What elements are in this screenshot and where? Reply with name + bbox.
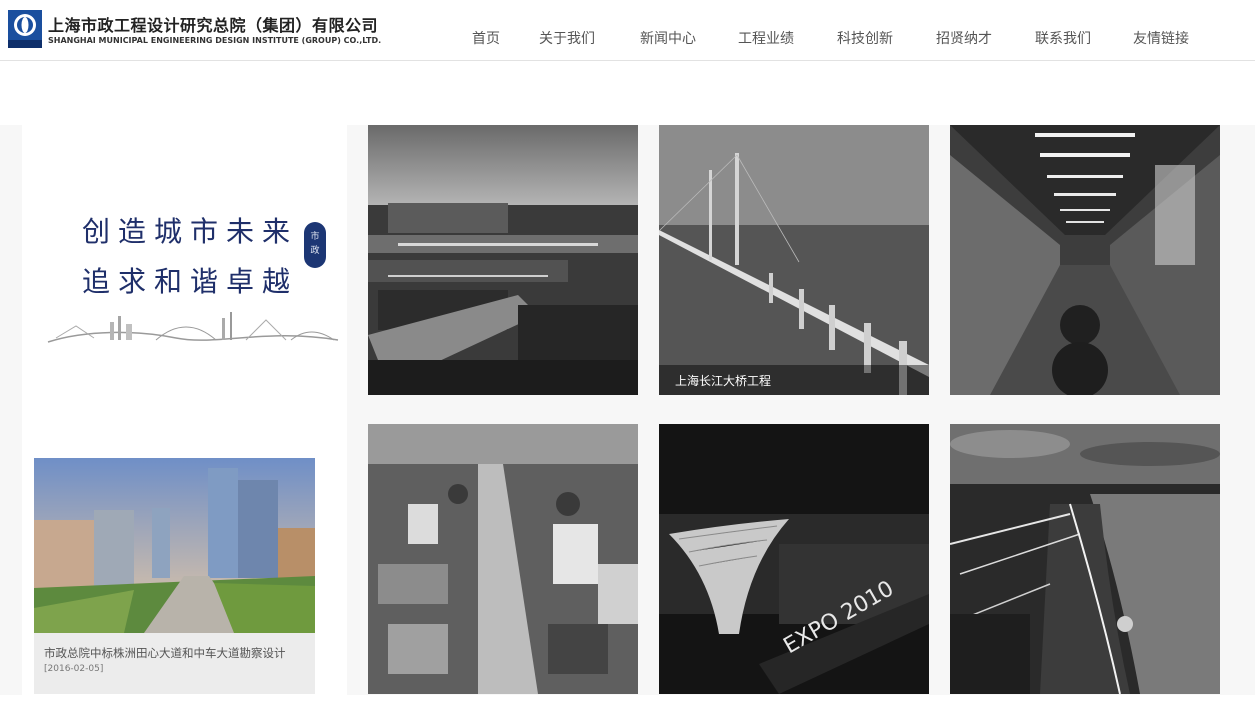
- news-thumbnail[interactable]: [34, 458, 315, 633]
- project-tile-riverside[interactable]: [950, 424, 1220, 694]
- company-name: 上海市政工程设计研究总院（集团）有限公司: [48, 16, 379, 35]
- nav-item-projects[interactable]: 工程业绩: [738, 28, 794, 48]
- industrial-hall-photo: [950, 125, 1220, 395]
- project-tile-bridge[interactable]: 上海长江大桥工程: [659, 125, 929, 395]
- nav-item-home[interactable]: 首页: [472, 28, 500, 48]
- smedi-logo-icon[interactable]: [8, 10, 42, 48]
- project-tile-hall[interactable]: [950, 125, 1220, 395]
- city-skyline-sketch: [47, 312, 339, 343]
- bridge-photo: [659, 125, 929, 395]
- company-name-en: SHANGHAI MUNICIPAL ENGINEERING DESIGN IN…: [48, 36, 382, 45]
- project-tile-expo[interactable]: EXPO 2010: [659, 424, 929, 694]
- seal-icon: 市政: [304, 222, 326, 268]
- nav-item-careers[interactable]: 招贤纳才: [936, 28, 992, 48]
- nav-item-news[interactable]: 新闻中心: [640, 28, 696, 48]
- news-date: [2016-02-05]: [44, 664, 104, 674]
- tile-caption-text: 上海长江大桥工程: [675, 374, 772, 388]
- site-header: 上海市政工程设计研究总院（集团）有限公司 SHANGHAI MUNICIPAL …: [0, 0, 1255, 61]
- project-tile-oldtown[interactable]: [368, 424, 638, 694]
- news-card[interactable]: 市政总院中标株洲田心大道和中车大道勘察设计 [2016-02-05]: [34, 458, 315, 694]
- slogan-line-1: 创造城市未来: [82, 215, 299, 248]
- nav-item-links[interactable]: 友情链接: [1133, 28, 1189, 48]
- campus-aerial-photo: [368, 125, 638, 395]
- nav-item-contact[interactable]: 联系我们: [1035, 28, 1091, 48]
- news-title-link[interactable]: 市政总院中标株洲田心大道和中车大道勘察设计: [44, 645, 286, 661]
- slogan-block: 创造城市未来 追求和谐卓越 市政: [46, 200, 346, 355]
- riverside-night-photo: [950, 424, 1220, 694]
- old-town-aerial-photo: [368, 424, 638, 694]
- nav-item-innovation[interactable]: 科技创新: [837, 28, 893, 48]
- project-tile-campus[interactable]: [368, 125, 638, 395]
- tile-caption: 上海长江大桥工程: [659, 365, 929, 395]
- nav-item-about[interactable]: 关于我们: [539, 28, 595, 48]
- seal-text: 市政: [310, 232, 320, 256]
- expo-axis-photo: EXPO 2010: [659, 424, 929, 694]
- slogan-line-2: 追求和谐卓越: [82, 265, 299, 298]
